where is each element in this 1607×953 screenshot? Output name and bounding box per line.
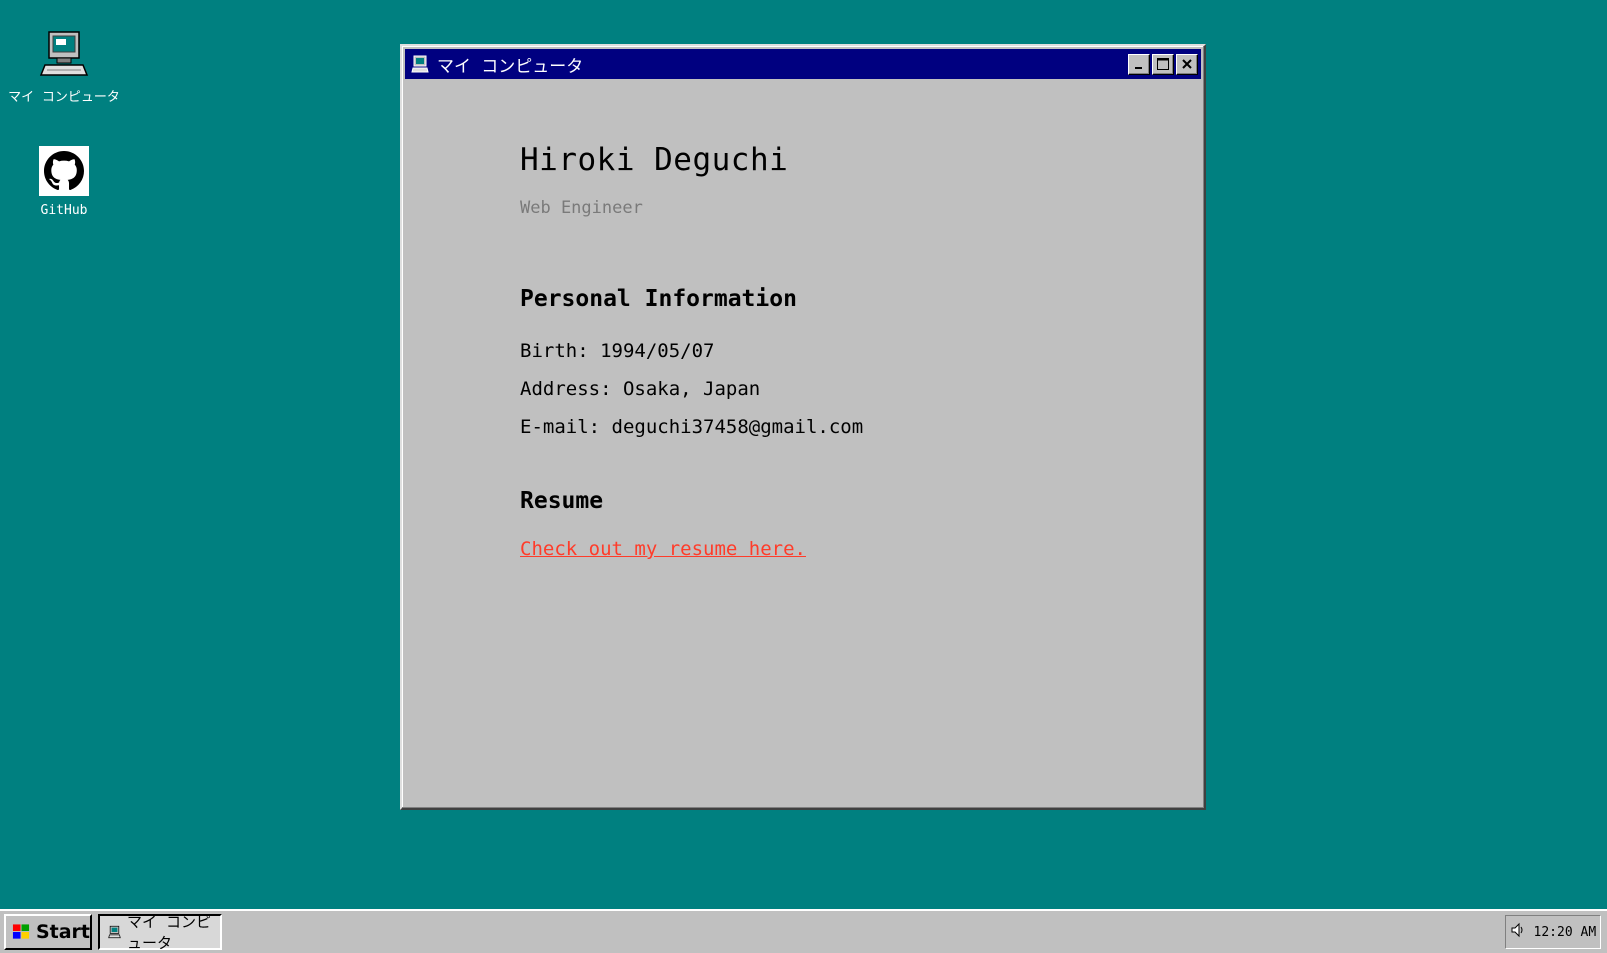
system-tray: 12:20 AM xyxy=(1505,915,1601,949)
maximize-button[interactable] xyxy=(1152,53,1174,75)
personal-info-heading: Personal Information xyxy=(520,286,797,312)
desktop-icon-label: マイ コンピュータ xyxy=(8,90,120,105)
taskbar: Start マイ コンピュータ 12:20 AM xyxy=(0,909,1607,953)
resume-link[interactable]: Check out my resume here. xyxy=(520,538,806,560)
window-titlebar[interactable]: マイ コンピュータ xyxy=(405,49,1201,79)
speaker-icon[interactable] xyxy=(1510,922,1526,942)
computer-icon xyxy=(411,54,431,74)
minimize-icon xyxy=(1135,67,1142,69)
clock: 12:20 AM xyxy=(1533,924,1597,940)
resume-heading: Resume xyxy=(520,488,604,514)
personal-info-list: Birth: 1994/05/07 Address: Osaka, Japan … xyxy=(520,332,1164,446)
desktop-icon-my-computer[interactable]: マイ コンピュータ xyxy=(8,28,120,105)
taskbar-item-label: マイ コンピュータ xyxy=(126,913,212,952)
my-computer-window: マイ コンピュータ Hiroki Deguchi Web Engineer Pe… xyxy=(400,44,1206,810)
address-text: Address: Osaka, Japan xyxy=(520,378,761,400)
profile-name: Hiroki Deguchi xyxy=(520,142,789,178)
github-icon xyxy=(38,145,90,197)
windows-logo-icon xyxy=(12,924,30,939)
email-text: E-mail: deguchi37458@gmail.com xyxy=(520,416,864,438)
start-label: Start xyxy=(35,921,90,943)
taskbar-item-my-computer[interactable]: マイ コンピュータ xyxy=(98,913,222,952)
profile-content: Hiroki Deguchi Web Engineer Personal Inf… xyxy=(520,142,1164,560)
close-icon xyxy=(1182,59,1192,69)
start-button[interactable]: Start xyxy=(4,914,92,950)
desktop-icon-label: GitHub xyxy=(40,203,88,218)
computer-icon xyxy=(38,28,90,80)
minimize-button[interactable] xyxy=(1128,53,1150,75)
birth-text: Birth: 1994/05/07 xyxy=(520,340,715,362)
desktop-icon-github[interactable]: GitHub xyxy=(14,145,114,218)
close-button[interactable] xyxy=(1176,53,1198,75)
computer-icon xyxy=(108,925,121,939)
window-title: マイ コンピュータ xyxy=(437,56,584,77)
maximize-icon xyxy=(1157,58,1169,70)
profile-role: Web Engineer xyxy=(520,198,643,218)
